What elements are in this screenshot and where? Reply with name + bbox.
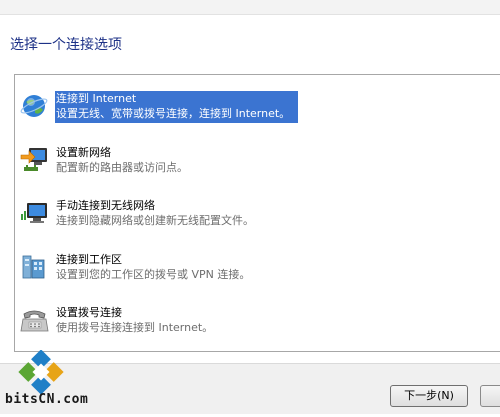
option-setup-dialup[interactable]: 设置拨号连接 使用拨号连接连接到 Internet。 — [20, 305, 490, 341]
connection-options-list[interactable]: 连接到 Internet 设置无线、宽带或拨号连接，连接到 Internet。 … — [14, 74, 500, 352]
network-setup-icon — [20, 145, 50, 175]
option-title: 连接到工作区 — [56, 253, 122, 266]
wireless-computer-icon — [20, 198, 50, 228]
option-description: 连接到隐藏网络或创建新无线配置文件。 — [56, 214, 254, 227]
workplace-building-icon — [20, 252, 50, 282]
option-description: 使用拨号连接连接到 Internet。 — [56, 321, 214, 334]
option-title: 连接到 Internet — [56, 92, 137, 105]
option-description: 设置到您的工作区的拨号或 VPN 连接。 — [56, 268, 251, 281]
globe-icon — [20, 91, 50, 121]
option-connect-internet[interactable]: 连接到 Internet 设置无线、宽带或拨号连接，连接到 Internet。 — [20, 91, 490, 127]
option-description: 配置新的路由器或访问点。 — [56, 161, 188, 174]
cancel-button-partial[interactable] — [480, 385, 500, 407]
option-description: 设置无线、宽带或拨号连接，连接到 Internet。 — [56, 107, 291, 120]
window-top-strip — [0, 0, 500, 15]
option-setup-network[interactable]: 设置新网络 配置新的路由器或访问点。 — [20, 145, 490, 181]
option-manual-wireless[interactable]: 手动连接到无线网络 连接到隐藏网络或创建新无线配置文件。 — [20, 198, 490, 234]
dialup-phone-icon — [20, 305, 50, 335]
page-title: 选择一个连接选项 — [10, 37, 122, 53]
option-title: 设置拨号连接 — [56, 306, 122, 319]
next-button[interactable]: 下一步(N) — [390, 385, 468, 407]
watermark-text: bitsCN.com — [5, 392, 89, 407]
option-title: 手动连接到无线网络 — [56, 199, 155, 212]
option-connect-workplace[interactable]: 连接到工作区 设置到您的工作区的拨号或 VPN 连接。 — [20, 252, 490, 288]
option-title: 设置新网络 — [56, 146, 111, 159]
